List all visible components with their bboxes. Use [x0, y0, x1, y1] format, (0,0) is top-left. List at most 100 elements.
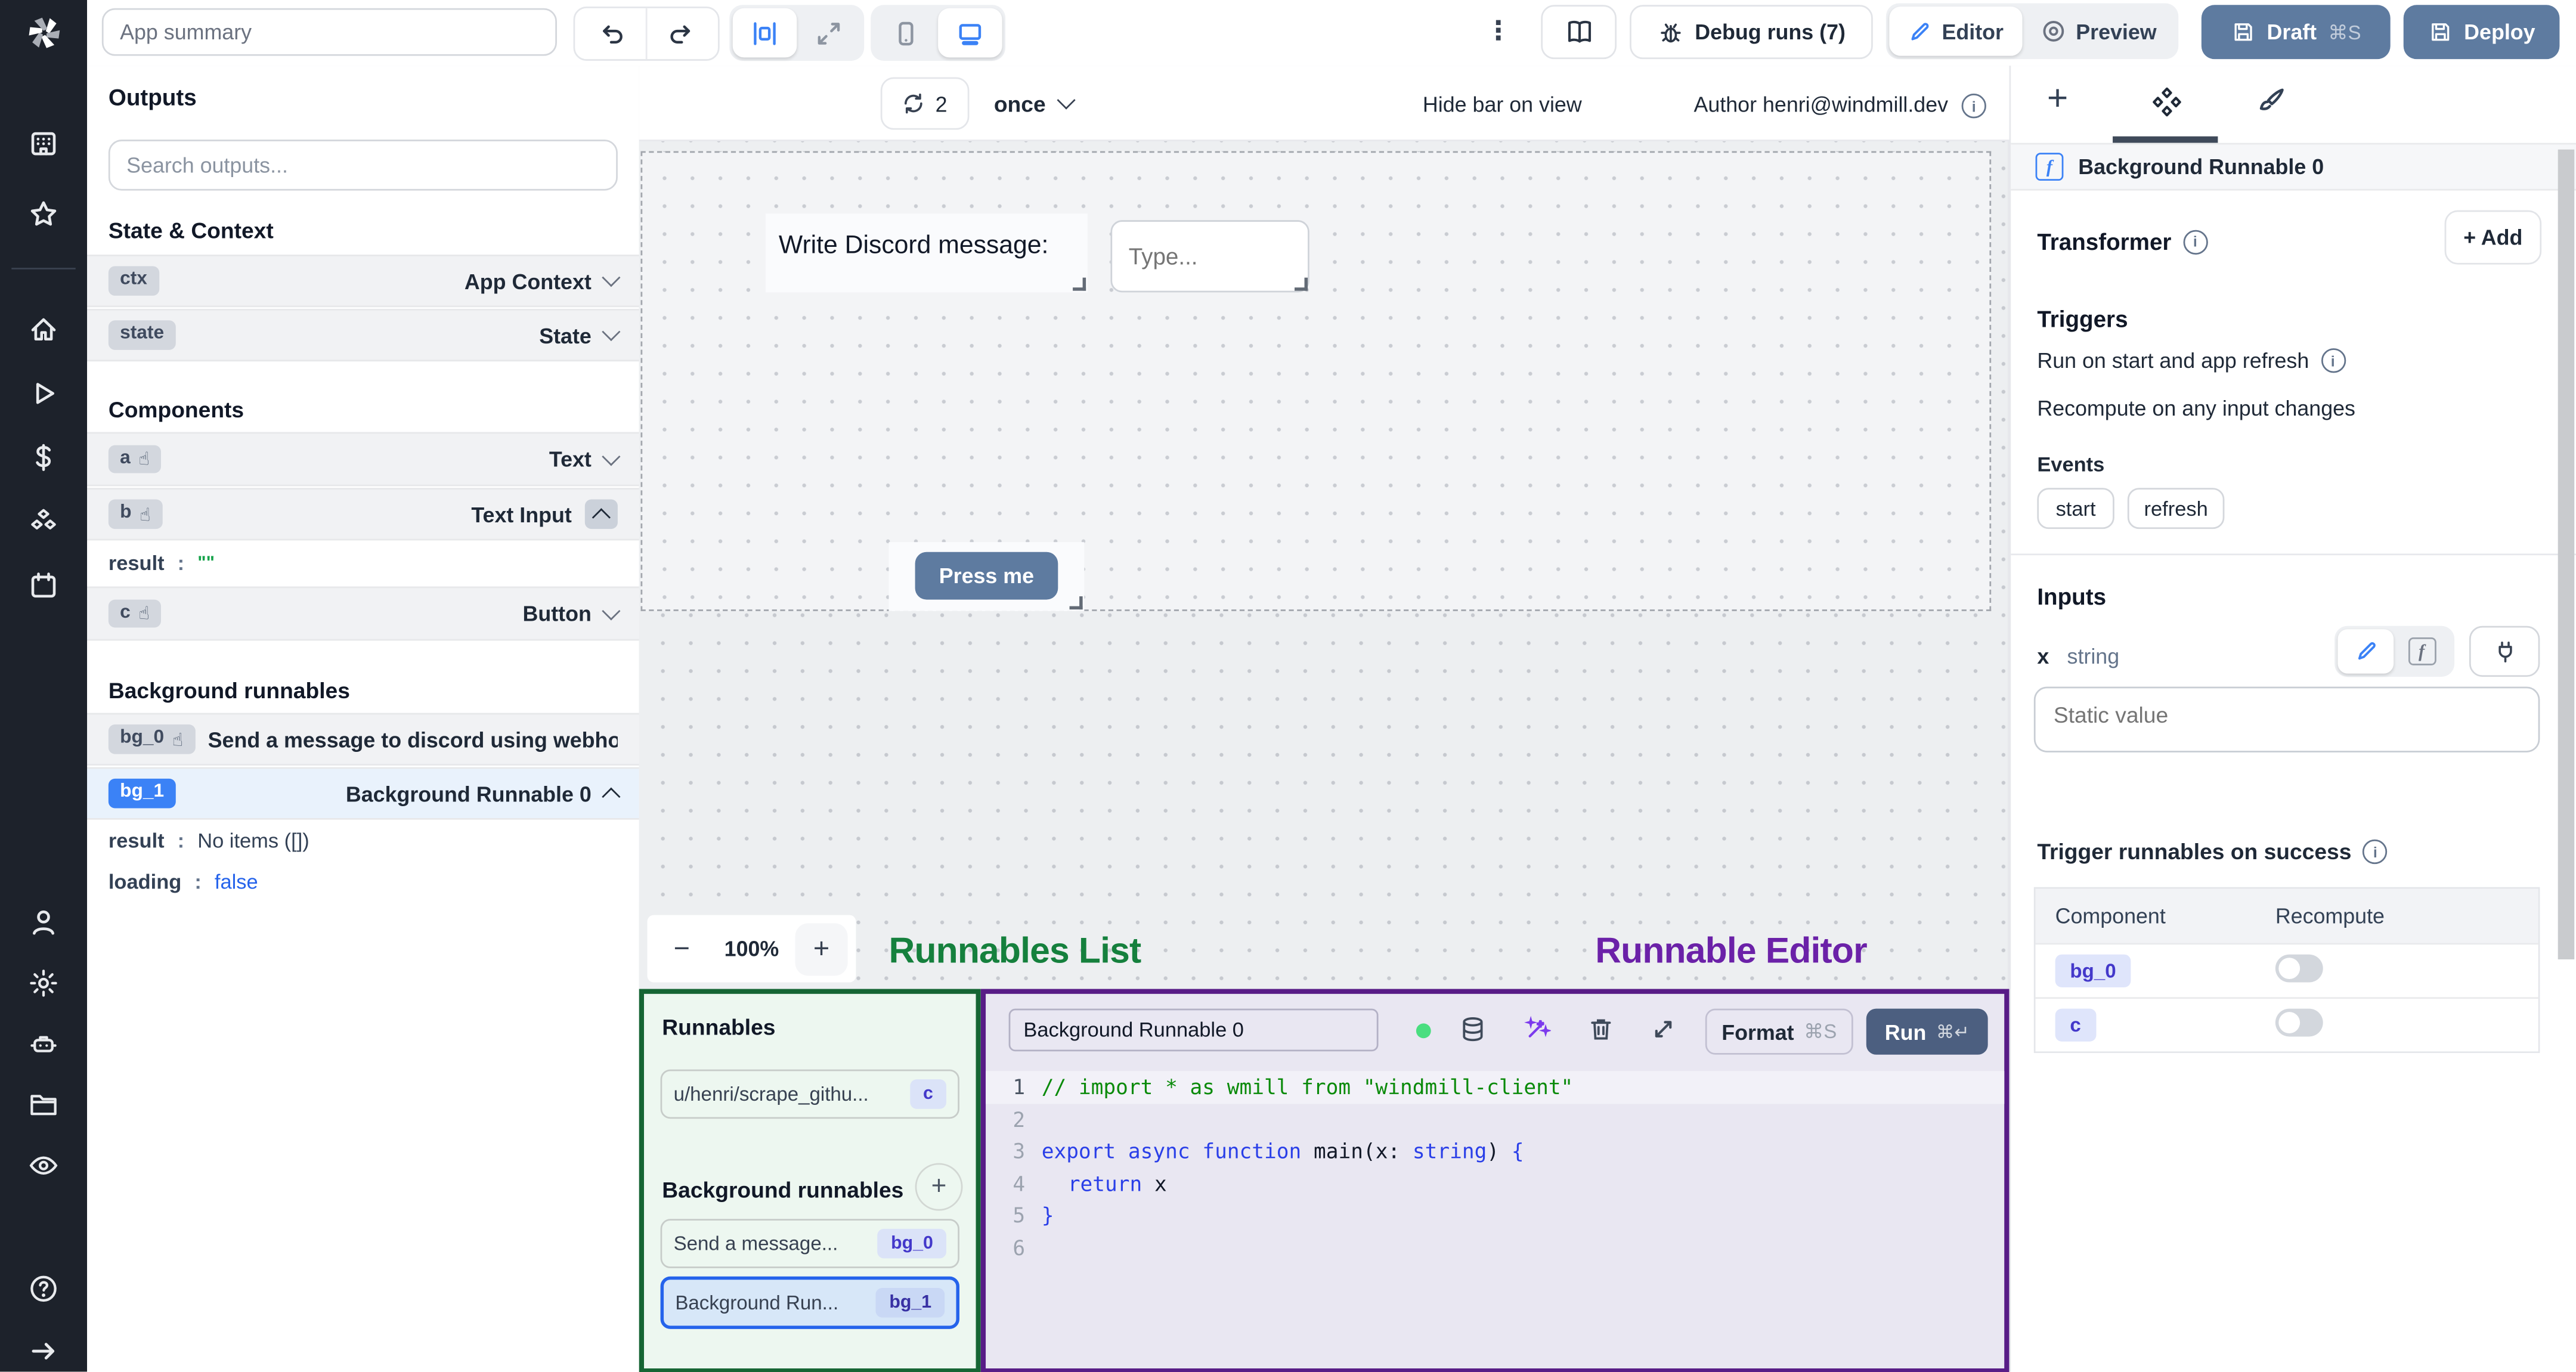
home-icon[interactable]: [28, 314, 59, 345]
preview-tab-label: Preview: [2076, 18, 2157, 44]
bg1-badge[interactable]: bg_1: [108, 779, 176, 808]
resources-cubes-icon[interactable]: [28, 506, 59, 537]
fullwidth-button[interactable]: [797, 8, 860, 58]
runnable-item-label: Background Run...: [675, 1291, 839, 1315]
ai-wand-icon[interactable]: [1523, 1015, 1551, 1043]
folders-icon[interactable]: [28, 1089, 59, 1120]
settings-gear-icon[interactable]: [28, 968, 59, 999]
workers-robot-icon[interactable]: [28, 1029, 59, 1060]
undo-button[interactable]: [575, 8, 645, 59]
debug-runs-button[interactable]: Debug runs (7): [1630, 5, 1873, 60]
undo-redo-group: [573, 7, 720, 61]
right-panel-scrollbar[interactable]: [2558, 149, 2575, 959]
button-component[interactable]: Press me: [888, 542, 1085, 611]
editor-preview-toggle: Editor Preview: [1885, 3, 2178, 60]
rail-divider: [11, 268, 76, 270]
bg0-link-badge[interactable]: bg_0: [2055, 954, 2131, 987]
preview-tab[interactable]: Preview: [2021, 7, 2175, 56]
info-icon[interactable]: i: [2320, 348, 2345, 373]
center-align-button[interactable]: [732, 8, 797, 58]
code-line-4: return x: [1067, 1170, 1167, 1196]
collapse-arrow-icon[interactable]: [28, 1336, 59, 1367]
static-mode-pencil-icon[interactable]: [2337, 629, 2394, 674]
add-background-runnable-button[interactable]: +: [915, 1163, 963, 1211]
delete-trash-icon[interactable]: [1587, 1015, 1615, 1043]
chevron-down-icon[interactable]: [602, 446, 621, 466]
more-menu-kebab-icon[interactable]: ⋮: [1485, 15, 1512, 48]
chevron-down-icon[interactable]: [602, 600, 621, 620]
runnable-item-bg1-selected[interactable]: Background Run... bg_1: [660, 1276, 959, 1329]
user-icon[interactable]: [28, 907, 59, 938]
bg1-row-selected[interactable]: bg_1 Background Runnable 0: [87, 767, 639, 820]
info-icon[interactable]: i: [2182, 229, 2208, 254]
author-info-icon[interactable]: i: [1961, 94, 1986, 119]
redo-button[interactable]: [645, 8, 718, 60]
schedules-calendar-icon[interactable]: [28, 570, 59, 601]
resize-handle[interactable]: [1073, 277, 1086, 291]
audit-eye-icon[interactable]: [28, 1150, 59, 1181]
deploy-button[interactable]: Deploy: [2403, 5, 2560, 60]
collapse-button[interactable]: [584, 499, 618, 529]
recompute-toggle-c[interactable]: [2275, 1008, 2323, 1037]
add-transformer-button[interactable]: + Add: [2444, 210, 2542, 265]
apps-icon[interactable]: [28, 128, 59, 159]
pointer-hand-icon: ☝: [172, 728, 184, 750]
runnable-item-c[interactable]: u/henri/scrape_githu... c: [660, 1069, 959, 1119]
recompute-toggle-bg0[interactable]: [2275, 954, 2323, 983]
b-badge[interactable]: b ☝: [108, 500, 163, 529]
editor-tab[interactable]: Editor: [1889, 7, 2022, 56]
text-component[interactable]: Write Discord message:: [765, 213, 1088, 293]
format-button[interactable]: Format ⌘S: [1705, 1008, 1853, 1055]
type-input[interactable]: [1110, 220, 1309, 293]
runnable-name-input[interactable]: [1008, 1008, 1379, 1052]
bg0-row[interactable]: bg_0 ☝ Send a message to discord using w…: [87, 713, 639, 766]
c-badge[interactable]: c ☝: [108, 599, 162, 628]
static-value-textarea[interactable]: [2033, 686, 2540, 752]
runnable-item-bg0[interactable]: Send a message... bg_0: [660, 1219, 959, 1268]
press-me-button[interactable]: Press me: [915, 552, 1058, 600]
app-summary-input[interactable]: [101, 8, 557, 56]
help-icon[interactable]: [28, 1273, 59, 1304]
settings-tab-diamond-icon[interactable]: [2150, 85, 2187, 122]
docs-book-button[interactable]: [1541, 5, 1617, 60]
resize-handle[interactable]: [1295, 277, 1308, 291]
expand-editor-icon[interactable]: [1649, 1015, 1677, 1043]
output-row-state[interactable]: state State: [87, 308, 639, 362]
a-badge[interactable]: a ☝: [108, 444, 162, 474]
favorites-star-icon[interactable]: [28, 199, 59, 230]
c-link-badge[interactable]: c: [2055, 1008, 2096, 1042]
info-icon[interactable]: i: [2363, 839, 2388, 865]
bg0-badge[interactable]: bg_0 ☝: [108, 724, 195, 754]
runs-play-icon[interactable]: [28, 378, 59, 409]
refresh-event-pill[interactable]: refresh: [2127, 488, 2225, 529]
chevron-up-icon[interactable]: [602, 787, 621, 806]
styling-brush-icon[interactable]: [2254, 85, 2290, 122]
windmill-logo-icon[interactable]: [21, 10, 67, 56]
chevron-down-icon[interactable]: [602, 322, 621, 342]
eval-mode-function-icon[interactable]: f: [2394, 629, 2450, 673]
draft-button[interactable]: Draft ⌘S: [2201, 5, 2391, 60]
mobile-view-button[interactable]: [874, 8, 938, 58]
chevron-down-icon[interactable]: [602, 268, 621, 287]
zoom-out-button[interactable]: −: [655, 922, 708, 975]
textinput-component[interactable]: [1110, 220, 1309, 293]
runnables-list-panel: Runnables u/henri/scrape_githu... c Back…: [639, 989, 981, 1372]
desktop-view-button[interactable]: [938, 8, 1002, 58]
refresh-mode-dropdown[interactable]: once: [994, 66, 1075, 141]
resize-handle[interactable]: [1069, 596, 1083, 610]
add-tab-plus-icon[interactable]: +: [2047, 77, 2083, 118]
search-outputs-input[interactable]: [108, 140, 618, 191]
runnable-item-badge: bg_1: [876, 1287, 945, 1318]
component-row-a[interactable]: a ☝ Text: [87, 432, 639, 487]
cache-database-icon[interactable]: [1459, 1015, 1487, 1043]
refresh-count-button[interactable]: 2: [880, 77, 970, 130]
component-row-b[interactable]: b ☝ Text Input: [87, 488, 639, 541]
start-event-pill[interactable]: start: [2037, 488, 2114, 529]
run-button[interactable]: Run ⌘↵: [1866, 1008, 1988, 1055]
code-editor[interactable]: 1 // import * as wmill from "windmill-cl…: [986, 1071, 2005, 1368]
zoom-in-button[interactable]: +: [795, 922, 848, 975]
output-row-ctx[interactable]: ctx App Context: [87, 255, 639, 308]
connect-plug-icon[interactable]: [2469, 625, 2540, 677]
variables-dollar-icon[interactable]: [28, 442, 59, 473]
component-row-c[interactable]: c ☝ Button: [87, 586, 639, 641]
